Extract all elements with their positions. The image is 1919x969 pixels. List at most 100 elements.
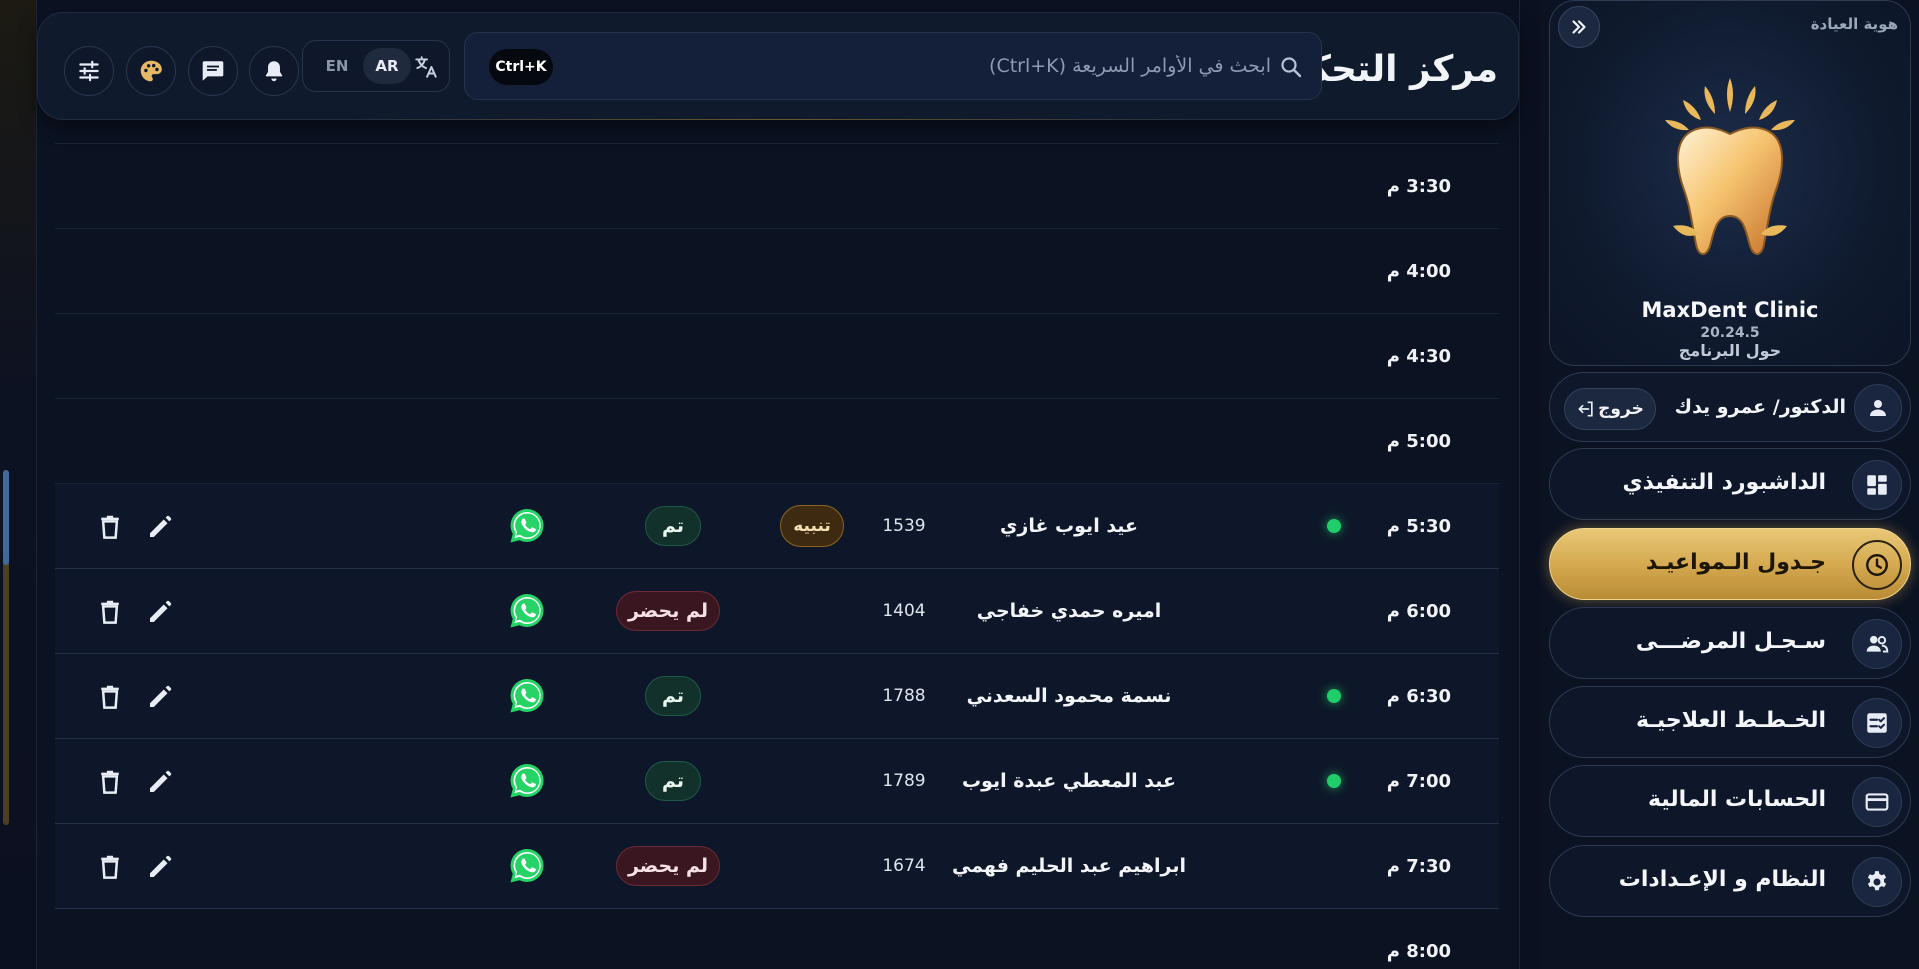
trash-icon[interactable] <box>95 512 125 542</box>
outer-scroll-track <box>0 0 36 969</box>
logout-icon <box>1578 401 1593 417</box>
dashboard-icon <box>1852 460 1902 510</box>
outer-scrollbar[interactable] <box>3 470 9 825</box>
whatsapp-icon[interactable] <box>507 676 547 716</box>
edit-icon[interactable] <box>145 767 175 797</box>
quick-search[interactable]: Ctrl+K <box>464 32 1322 100</box>
trash-icon[interactable] <box>95 597 125 627</box>
sliders-icon <box>79 60 99 82</box>
nav-appointments[interactable]: جـدول الـمواعيـد <box>1549 528 1911 600</box>
sidebar-collapse-button[interactable] <box>1558 6 1600 48</box>
whatsapp-icon[interactable] <box>507 846 547 886</box>
search-input[interactable] <box>711 33 1271 99</box>
notifications-button[interactable] <box>249 46 299 96</box>
status-badge[interactable]: تم <box>645 676 701 716</box>
lang-ar-button[interactable]: AR <box>363 48 411 84</box>
main-panel: مركز التحكم Ctrl+K AR EN 3:30 م <box>36 0 1520 969</box>
nav-label: النظام و الإعـدادات <box>1618 867 1826 892</box>
palette-icon <box>140 60 162 82</box>
nav-dashboard[interactable]: الداشبورد التنفيذي <box>1549 448 1911 520</box>
gear-icon <box>1852 857 1902 907</box>
logout-button[interactable]: خروج <box>1564 388 1656 430</box>
nav-label: الداشبورد التنفيذي <box>1622 470 1826 495</box>
table-row-empty[interactable]: 4:30 م <box>55 314 1499 399</box>
chat-icon <box>202 61 224 81</box>
table-row[interactable]: 7:30 م ابراهيم عبد الحليم فهمي 1674 لم ي… <box>55 824 1499 909</box>
user-avatar <box>1854 384 1902 432</box>
status-badge[interactable]: لم يحضر <box>616 846 720 886</box>
about-link[interactable]: حول البرنامج <box>1550 341 1910 360</box>
patient-name[interactable]: عيد ايوب غازي <box>899 515 1239 537</box>
appointments-table: 3:30 م 4:00 م 4:30 م 5:00 م 5:30 م عيد ا… <box>55 120 1499 969</box>
edit-icon[interactable] <box>145 512 175 542</box>
table-row[interactable]: 5:30 م عيد ايوب غازي 1539 تنبيه تم <box>55 484 1499 569</box>
nav-patients[interactable]: سـجـل المرضـــى <box>1549 607 1911 679</box>
patient-code: 1404 <box>882 601 926 621</box>
whatsapp-icon[interactable] <box>507 591 547 631</box>
user-card: الدكتور/ عمرو يدك خروج <box>1549 372 1911 442</box>
card-icon-glyph <box>1865 793 1889 811</box>
patient-code: 1789 <box>882 771 926 791</box>
nav-treatment-plans[interactable]: الخـطـط العلاجيـة <box>1549 686 1911 758</box>
patient-name[interactable]: اميره حمدي خفاجي <box>899 600 1239 622</box>
slot-time: 4:30 م <box>1386 346 1451 367</box>
edit-icon[interactable] <box>145 682 175 712</box>
status-badge[interactable]: لم يحضر <box>616 591 720 631</box>
nav-label: سـجـل المرضـــى <box>1635 629 1826 654</box>
alert-badge[interactable]: تنبيه <box>780 505 844 547</box>
checklist-icon <box>1852 698 1902 748</box>
lang-en-button[interactable]: EN <box>315 48 359 84</box>
shortcut-badge: Ctrl+K <box>489 49 553 85</box>
clinic-name: MaxDent Clinic <box>1641 298 1819 322</box>
status-badge[interactable]: تم <box>645 506 701 546</box>
gear-icon-glyph <box>1867 871 1887 891</box>
theme-button[interactable] <box>126 46 176 96</box>
translate-icon <box>415 56 437 78</box>
table-row-empty[interactable]: 3:30 م <box>55 144 1499 229</box>
slot-time: 5:30 م <box>1386 516 1451 537</box>
table-row-empty[interactable]: 8:00 م <box>55 909 1499 969</box>
card-icon <box>1852 777 1902 827</box>
patient-name[interactable]: عبد المعطي عبدة ايوب <box>899 770 1239 792</box>
tooth-logo <box>1665 78 1795 255</box>
patient-code: 1788 <box>882 686 926 706</box>
sidebar: هوية العيادة MaxDent Clinic 20.24.5 حول … <box>1540 0 1919 969</box>
slot-time: 7:30 م <box>1386 856 1451 877</box>
edit-icon[interactable] <box>145 852 175 882</box>
whatsapp-icon[interactable] <box>507 506 547 546</box>
trash-icon[interactable] <box>95 767 125 797</box>
app-version: 20.24.5 <box>1700 325 1760 341</box>
logout-label: خروج <box>1598 399 1644 419</box>
clinic-identity-label: هوية العيادة <box>1810 15 1898 33</box>
slot-time: 7:00 م <box>1386 771 1451 792</box>
table-row[interactable]: 6:00 م اميره حمدي خفاجي 1404 لم يحضر <box>55 569 1499 654</box>
nav-finance[interactable]: الحسابات المالية <box>1549 765 1911 837</box>
top-bar: مركز التحكم Ctrl+K AR EN <box>37 12 1519 120</box>
table-row[interactable]: 7:00 م عبد المعطي عبدة ايوب 1789 تم <box>55 739 1499 824</box>
patients-icon <box>1852 619 1902 669</box>
patient-name[interactable]: ابراهيم عبد الحليم فهمي <box>899 855 1239 877</box>
bell-icon <box>265 61 283 82</box>
checklist-icon-glyph <box>1867 713 1887 733</box>
chevrons-right-icon <box>1572 20 1586 34</box>
table-row-empty[interactable]: 4:00 م <box>55 229 1499 314</box>
messages-button[interactable] <box>188 46 238 96</box>
trash-icon[interactable] <box>95 682 125 712</box>
user-name: الدكتور/ عمرو يدك <box>1674 396 1846 418</box>
patient-name[interactable]: نسمة محمود السعدني <box>899 685 1239 707</box>
language-switcher: AR EN <box>302 40 450 92</box>
nav-label: الحسابات المالية <box>1648 787 1826 812</box>
whatsapp-icon[interactable] <box>507 761 547 801</box>
table-row[interactable]: 6:30 م نسمة محمود السعدني 1788 تم <box>55 654 1499 739</box>
patient-code: 1674 <box>882 856 926 876</box>
nav-settings[interactable]: النظام و الإعـدادات <box>1549 845 1911 917</box>
edit-icon[interactable] <box>145 597 175 627</box>
slot-time: 4:00 م <box>1386 261 1451 282</box>
filters-button[interactable] <box>64 46 114 96</box>
trash-icon[interactable] <box>95 852 125 882</box>
person-icon <box>1870 400 1886 416</box>
nav-label: الخـطـط العلاجيـة <box>1636 708 1826 733</box>
status-badge[interactable]: تم <box>645 761 701 801</box>
table-row-empty[interactable]: 5:00 م <box>55 399 1499 484</box>
patient-code: 1539 <box>882 516 926 536</box>
